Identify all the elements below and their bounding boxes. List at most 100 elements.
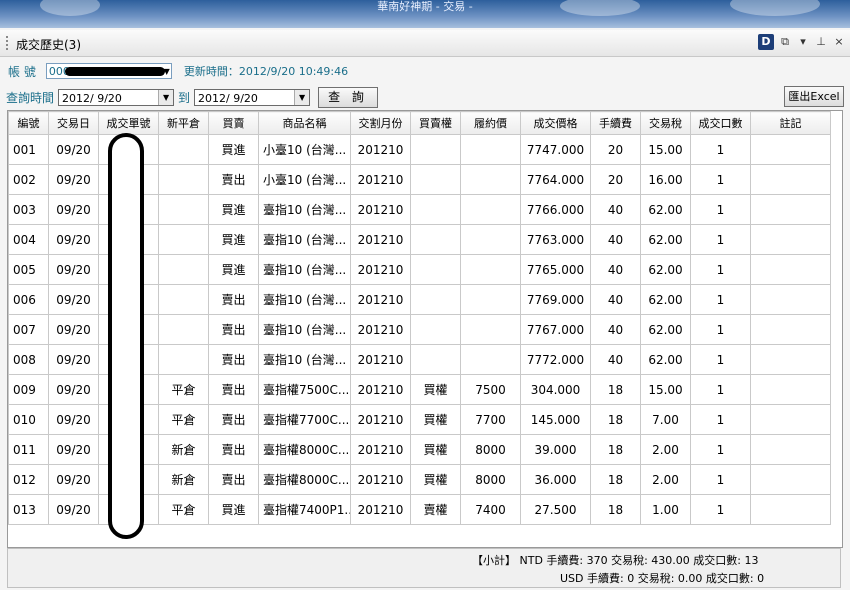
account-select[interactable]: 000- ▼	[45, 63, 172, 80]
table-cell: 買權	[410, 434, 461, 465]
table-cell	[750, 134, 831, 165]
table-cell: 賣出	[208, 344, 259, 375]
table-cell: 7500	[460, 374, 521, 405]
column-header[interactable]: 買賣	[208, 111, 259, 135]
column-header[interactable]: 成交口數	[690, 111, 751, 135]
pin-icon[interactable]: ⊥	[814, 34, 828, 50]
table-cell: 1	[690, 224, 751, 255]
column-header[interactable]: 成交單號	[98, 111, 159, 135]
header-row: 編號 交易日 成交單號 新平倉 買賣 商品名稱 交割月份 買賣權 履約價 成交價格 手續費 交易稅 成交…	[8, 111, 831, 135]
table-cell: 平倉	[158, 494, 209, 525]
column-header[interactable]: 買賣權	[410, 111, 461, 135]
table-cell: 7766.000	[520, 194, 591, 225]
table-cell: 1	[690, 404, 751, 435]
column-header[interactable]: 成交價格	[520, 111, 591, 135]
table-cell: 011	[8, 434, 49, 465]
table-cell: 1	[690, 434, 751, 465]
table-cell: 臺指10 (台灣...	[258, 314, 351, 345]
table-cell: 201210	[350, 224, 411, 255]
table-cell	[410, 254, 461, 285]
column-header[interactable]: 手續費	[590, 111, 641, 135]
table-cell	[410, 344, 461, 375]
date-from-field[interactable]: 2012/ 9/20 ▼	[58, 88, 175, 106]
query-row: 查詢時間 2012/ 9/20 ▼ 到 2012/ 9/20 ▼ 查 詢	[6, 86, 379, 108]
chevron-down-icon[interactable]: ▼	[164, 64, 170, 80]
date-to-field[interactable]: 2012/ 9/20 ▼	[194, 88, 311, 106]
column-header[interactable]: 交易稅	[640, 111, 691, 135]
export-excel-button[interactable]: 匯出Excel	[784, 86, 844, 107]
query-button[interactable]: 查 詢	[318, 86, 379, 108]
table-cell: 小臺10 (台灣...	[258, 134, 351, 165]
table-cell	[410, 194, 461, 225]
table-cell: 201210	[350, 164, 411, 195]
table-cell: 201210	[350, 374, 411, 405]
table-cell: 買進	[208, 224, 259, 255]
table-cell: 005	[8, 254, 49, 285]
dropdown-arrow-icon[interactable]: ▾	[796, 34, 810, 50]
table-cell: 臺指權8000C...	[258, 434, 351, 465]
table-cell	[750, 314, 831, 345]
table-cell: 40	[590, 344, 641, 375]
table-cell	[460, 194, 521, 225]
table-cell: 買權	[410, 464, 461, 495]
table-cell: 15.00	[640, 134, 691, 165]
table-cell: 012	[8, 464, 49, 495]
table-cell: 004	[8, 224, 49, 255]
table-cell: 09/20	[48, 224, 99, 255]
table-cell: 7400	[460, 494, 521, 525]
table-cell: 臺指權7400P1...	[258, 494, 351, 525]
table-cell: 001	[8, 134, 49, 165]
table-cell: 201210	[350, 434, 411, 465]
table-cell: 7764.000	[520, 164, 591, 195]
drag-grip-icon[interactable]	[6, 36, 10, 50]
table-cell	[750, 164, 831, 195]
table-cell: 09/20	[48, 134, 99, 165]
table-cell: 15.00	[640, 374, 691, 405]
table-cell: 002	[8, 164, 49, 195]
table-cell: 201210	[350, 284, 411, 315]
table-cell: 臺指10 (台灣...	[258, 194, 351, 225]
table-cell	[460, 224, 521, 255]
column-header[interactable]: 新平倉	[158, 111, 209, 135]
table-cell: 201210	[350, 494, 411, 525]
table-cell	[460, 284, 521, 315]
table-cell: 小臺10 (台灣...	[258, 164, 351, 195]
chevron-down-icon[interactable]: ▼	[158, 89, 174, 105]
panel-controls: D ⧉ ▾ ⊥ ×	[758, 34, 846, 50]
table-cell: 1	[690, 374, 751, 405]
table-cell	[750, 374, 831, 405]
table-cell: 7767.000	[520, 314, 591, 345]
table-cell: 臺指10 (台灣...	[258, 284, 351, 315]
account-row: 帳 號 000- ▼ 更新時間：2012/9/20 10:49:46	[8, 62, 348, 80]
close-icon[interactable]: ×	[832, 34, 846, 50]
table-cell	[750, 404, 831, 435]
redaction-oval	[108, 133, 144, 539]
table-cell: 09/20	[48, 254, 99, 285]
table-cell: 新倉	[158, 434, 209, 465]
table-cell: 40	[590, 254, 641, 285]
float-window-icon[interactable]: ⧉	[778, 34, 792, 50]
table-cell	[158, 344, 209, 375]
table-cell: 2.00	[640, 434, 691, 465]
column-header[interactable]: 註記	[750, 111, 831, 135]
column-header[interactable]: 編號	[8, 111, 49, 135]
column-header[interactable]: 交易日	[48, 111, 99, 135]
d-logo-icon[interactable]: D	[758, 34, 774, 50]
window-title: 華南好神期 - 交易 -	[377, 0, 473, 13]
table-cell	[750, 194, 831, 225]
table-cell	[158, 314, 209, 345]
table-cell: 62.00	[640, 254, 691, 285]
table-cell: 008	[8, 344, 49, 375]
table-cell: 201210	[350, 314, 411, 345]
table-cell	[460, 314, 521, 345]
column-header[interactable]: 商品名稱	[258, 111, 351, 135]
summary-ntd: 【小計】 NTD 手續費: 370 交易稅: 430.00 成交口數: 13	[472, 554, 759, 567]
table-cell: 62.00	[640, 194, 691, 225]
chevron-down-icon[interactable]: ▼	[294, 89, 310, 105]
table-cell	[460, 134, 521, 165]
table-cell: 27.500	[520, 494, 591, 525]
column-header[interactable]: 履約價	[460, 111, 521, 135]
date-from-value: 2012/ 9/20	[62, 91, 122, 105]
table-cell: 平倉	[158, 374, 209, 405]
column-header[interactable]: 交割月份	[350, 111, 411, 135]
